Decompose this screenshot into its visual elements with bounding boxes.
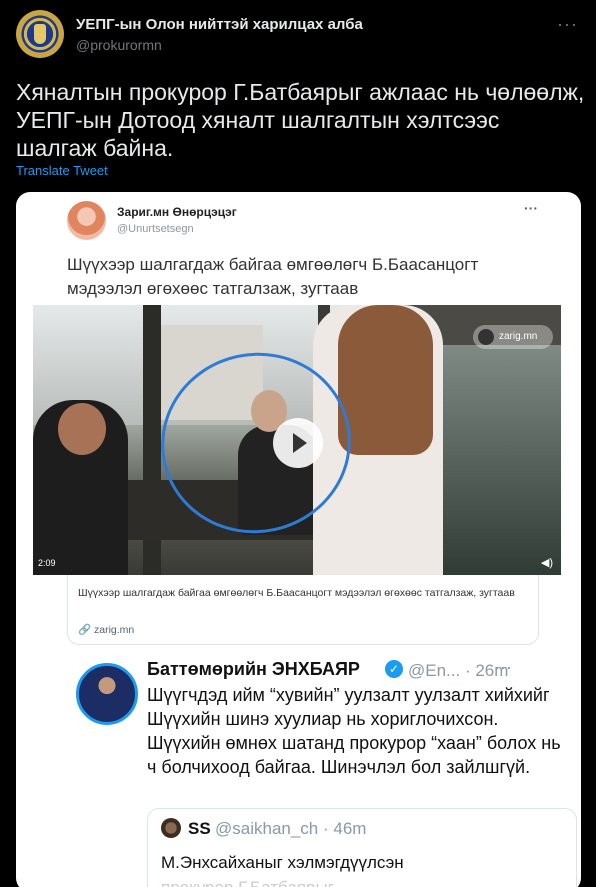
- inner-handle-time: @saikhan_ch · 46m: [215, 819, 367, 838]
- quoted-author-avatar: [67, 201, 106, 240]
- reply-more-icon: ···: [494, 657, 512, 677]
- link-preview-card[interactable]: Шүүхээр шалгагдаж байгаа өмгөөлөгч Б.Баа…: [67, 575, 539, 645]
- video-duration: 2:09: [38, 558, 56, 568]
- quoted-more-icon: ···: [524, 200, 538, 216]
- quoted-author-name: Зариг.мн Өнөрцэцэг: [117, 205, 237, 219]
- more-options-icon[interactable]: ···: [557, 14, 578, 35]
- reply-author-name: Баттөмөрийн ЭНХБАЯР: [147, 659, 360, 679]
- play-icon[interactable]: [273, 418, 323, 468]
- video-terrace: [443, 345, 561, 575]
- reply-text: Шүүгчдэд ийм “хувийн” уулзалт уулзалт хи…: [147, 685, 561, 777]
- author-avatar[interactable]: [16, 10, 64, 58]
- verified-badge-icon: ✓: [385, 660, 403, 678]
- tweet-text: Хяналтын прокурор Г.Батбаярыг ажлаас нь …: [16, 79, 585, 161]
- translate-tweet-link[interactable]: Translate Tweet: [16, 163, 108, 178]
- quoted-tweet-text: Шүүхээр шалгагдаж байгаа өмгөөлөгч Б.Баа…: [67, 255, 479, 298]
- author-display-name[interactable]: УЕПГ-ын Олон нийттэй харилцах алба: [76, 16, 363, 33]
- link-description: Шүүхээр шалгагдаж байгаа өмгөөлөгч Б.Баа…: [78, 587, 515, 599]
- video-person-left-head: [58, 403, 106, 455]
- inner-author-avatar: [161, 818, 181, 838]
- video-person-right-hair: [338, 305, 433, 455]
- inner-quoted-tweet: SS @saikhan_ch · 46m М.Энхсайханыг хэлмэ…: [147, 808, 577, 887]
- inner-tweet-text-cut: прокурор Г.Батбаярыг ...: [161, 876, 561, 887]
- screenshot-image[interactable]: Зариг.мн Өнөрцэцэг @Unurtsetsegn ··· Шүү…: [16, 192, 581, 887]
- tweet-header: УЕПГ-ын Олон нийттэй харилцах алба @prok…: [16, 10, 580, 60]
- inner-tweet-text: М.Энхсайханыг хэлмэгдүүлсэн: [161, 853, 404, 872]
- author-handle[interactable]: @prokurormn: [76, 37, 162, 53]
- quoted-author-handle: @Unurtsetsegn: [117, 223, 194, 235]
- link-domain: 🔗 zarig.mn: [78, 624, 135, 636]
- inner-author-name: SS: [188, 819, 211, 838]
- video-watermark: zarig.mn: [473, 325, 553, 349]
- video-player[interactable]: zarig.mn 2:09 ◀): [33, 305, 561, 575]
- volume-icon[interactable]: ◀): [541, 556, 553, 569]
- reply-author-avatar: [76, 663, 138, 725]
